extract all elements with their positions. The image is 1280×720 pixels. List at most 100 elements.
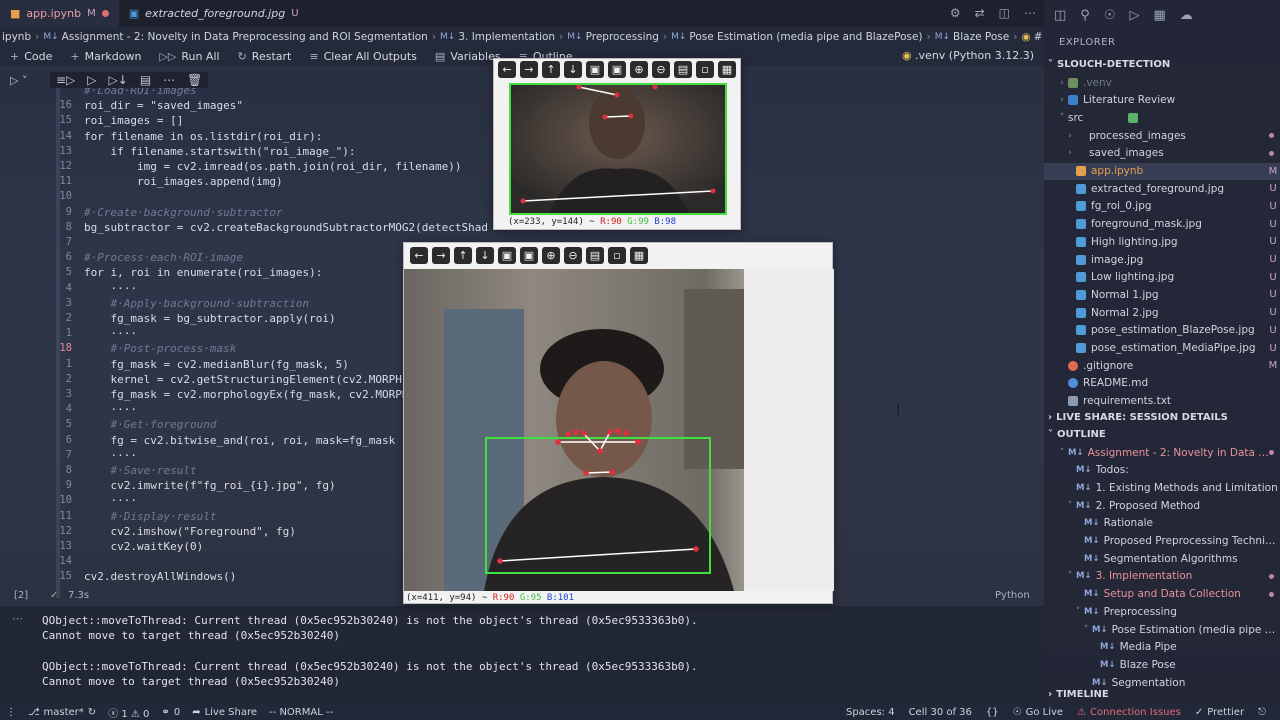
execute-above-icon[interactable]: ▷ <box>87 73 96 87</box>
remote-icon[interactable]: ☁ <box>1180 8 1193 23</box>
remote-indicator[interactable]: ⋮ <box>6 707 16 718</box>
outline-item[interactable]: M↓ Proposed Preprocessing Technique <box>1044 533 1280 550</box>
run-by-line-icon[interactable]: ≡▷ <box>56 73 75 87</box>
execute-below-icon[interactable]: ▷↓ <box>109 73 128 87</box>
file-tree-item[interactable]: extracted_foreground.jpg U <box>1044 180 1280 197</box>
timeline-section[interactable]: › TIMELINE <box>1044 686 1280 703</box>
pan-up-icon[interactable]: ↑ <box>542 61 560 78</box>
kernel-picker[interactable]: ◉ .venv (Python 3.12.3) <box>902 49 1034 62</box>
ports-indicator[interactable]: ⚭ 0 <box>161 707 180 718</box>
code-line[interactable]: for filename in os.listdir(roi_dir): <box>84 129 322 144</box>
breadcrumb-item[interactable]: Pose Estimation (media pipe and BlazePos… <box>689 31 922 43</box>
restart-button[interactable]: ↻ Restart <box>238 50 292 63</box>
code-line[interactable]: roi_images.append(img) <box>84 174 283 189</box>
code-line[interactable]: #·Post-process·mask <box>84 341 236 356</box>
file-tree-item[interactable]: Normal 2.jpg U <box>1044 304 1280 321</box>
indentation[interactable]: Spaces: 4 <box>846 707 895 718</box>
file-tree-item[interactable]: Low lighting.jpg U <box>1044 269 1280 286</box>
pan-down-icon[interactable]: ↓ <box>564 61 582 78</box>
workspace-section[interactable]: ˅ SLOUCH-DETECTION <box>1044 56 1280 73</box>
pan-up-icon[interactable]: ↑ <box>454 247 472 264</box>
code-line[interactable]: ···· <box>84 493 137 508</box>
code-line[interactable]: cv2.imshow("Foreground", fg) <box>84 524 295 539</box>
output-more-icon[interactable]: ⋯ <box>12 612 23 625</box>
code-line[interactable]: fg_mask = cv2.medianBlur(fg_mask, 5) <box>84 357 348 372</box>
code-line[interactable]: cv2.waitKey(0) <box>84 539 203 554</box>
zoom-in-icon[interactable]: ⊕ <box>630 61 648 78</box>
zoom-fit-icon[interactable]: ▣ <box>498 247 516 264</box>
file-tree-item[interactable]: image.jpg U <box>1044 251 1280 268</box>
outline-item[interactable]: ˅ M↓ 3. Implementation <box>1044 568 1280 585</box>
outline-item[interactable]: ˅ M↓ Assignment - 2: Novelty in Data Pre..… <box>1044 444 1280 461</box>
notebook-braces-icon[interactable]: {} <box>986 707 999 718</box>
outline-item[interactable]: M↓ Rationale <box>1044 515 1280 532</box>
code-line[interactable]: #·Process·each·ROI·image <box>84 250 243 265</box>
clear-outputs-button[interactable]: ≡ Clear All Outputs <box>309 50 417 63</box>
breadcrumb-item[interactable]: ipynb <box>2 31 31 43</box>
code-line[interactable]: ···· <box>84 402 137 417</box>
outline-item[interactable]: ˅ M↓ 2. Proposed Method <box>1044 497 1280 514</box>
code-line[interactable]: kernel = cv2.getStructuringElement(cv2.M… <box>84 372 401 387</box>
opencv-window-foreground[interactable]: ← → ↑ ↓ ▣ ▣ ⊕ ⊖ ▤ ▫ ▦ (x=411, y=94) ~ R:… <box>403 242 834 604</box>
branch-indicator[interactable]: ⎇ master* ↻ <box>28 707 96 718</box>
opencv-window-roi[interactable]: ← → ↑ ↓ ▣ ▣ ⊕ ⊖ ▤ ▫ ▦ (x=233, y=144) ~ R… <box>493 58 741 230</box>
run-all-button[interactable]: ▷▷ Run All <box>159 50 219 63</box>
prettier-button[interactable]: ✓ Prettier <box>1195 707 1244 718</box>
add-code-cell-button[interactable]: + Code <box>10 50 52 63</box>
zoom-out-icon[interactable]: ⊖ <box>564 247 582 264</box>
breadcrumb-item[interactable]: Assignment - 2: Novelty in Data Preproce… <box>62 31 428 43</box>
extensions-icon[interactable]: ▦ <box>1153 8 1165 23</box>
file-tree-item[interactable]: foreground_mask.jpg U <box>1044 216 1280 233</box>
pan-left-icon[interactable]: ← <box>410 247 428 264</box>
outline-item[interactable]: M↓ Blaze Pose <box>1044 656 1280 673</box>
more-icon[interactable]: ⋯ <box>163 73 175 87</box>
tab-extracted-foreground[interactable]: ▣ extracted_foreground.jpg U <box>119 0 309 27</box>
file-tree-item[interactable]: › .venv <box>1044 74 1280 91</box>
pan-right-icon[interactable]: → <box>432 247 450 264</box>
live-share-button[interactable]: ➦ Live Share <box>192 707 257 718</box>
file-tree-item[interactable]: Normal 1.jpg U <box>1044 286 1280 303</box>
split-editor-icon[interactable]: ◫ <box>999 6 1010 20</box>
cell-language[interactable]: Python <box>995 590 1030 601</box>
pan-left-icon[interactable]: ← <box>498 61 516 78</box>
zoom-out-icon[interactable]: ⊖ <box>652 61 670 78</box>
code-line[interactable]: ···· <box>84 448 137 463</box>
code-line[interactable]: #·Create·background·subtractor <box>84 205 283 220</box>
code-line[interactable]: #·Apply·background·subtraction <box>84 296 309 311</box>
file-tree-item[interactable]: .gitignore M <box>1044 357 1280 374</box>
zoom-original-icon[interactable]: ▣ <box>608 61 626 78</box>
unsaved-dot-icon[interactable] <box>101 10 109 17</box>
problems-indicator[interactable]: ⓧ 1 ⚠ 0 <box>108 705 149 720</box>
file-tree-item[interactable]: High lighting.jpg U <box>1044 233 1280 250</box>
copy-image-icon[interactable]: ▫ <box>696 61 714 78</box>
file-tree-item[interactable]: › Literature Review <box>1044 92 1280 109</box>
zoom-original-icon[interactable]: ▣ <box>520 247 538 264</box>
go-live-button[interactable]: ☉ Go Live <box>1013 707 1063 718</box>
code-line[interactable]: cv2.imwrite(f"fg_roi_{i}.jpg", fg) <box>84 478 335 493</box>
outline-item[interactable]: M↓ Setup and Data Collection <box>1044 586 1280 603</box>
copy-image-icon[interactable]: ▫ <box>608 247 626 264</box>
file-tree-item[interactable]: › saved_images <box>1044 145 1280 162</box>
save-image-icon[interactable]: ▤ <box>586 247 604 264</box>
run-debug-icon[interactable]: ▷ <box>1129 8 1139 23</box>
properties-icon[interactable]: ▦ <box>630 247 648 264</box>
outline-item[interactable]: ˅ M↓ Pose Estimation (media pipe and ... <box>1044 621 1280 638</box>
outline-section[interactable]: ˅ OUTLINE <box>1044 426 1280 443</box>
code-line[interactable]: fg_mask = bg_subtractor.apply(roi) <box>84 311 335 326</box>
breadcrumb-item[interactable]: Preprocessing <box>586 31 659 43</box>
file-tree-item[interactable]: › processed_images <box>1044 127 1280 144</box>
breadcrumb-item[interactable]: 3. Implementation <box>458 31 555 43</box>
variables-button[interactable]: ▤ Variables <box>435 50 501 63</box>
outline-item[interactable]: M↓ Todos: <box>1044 462 1280 479</box>
file-tree-item[interactable]: ˅ src <box>1044 109 1280 126</box>
delete-cell-icon[interactable]: 🗑 <box>187 73 202 87</box>
code-line[interactable]: for i, roi in enumerate(roi_images): <box>84 265 322 280</box>
pan-down-icon[interactable]: ↓ <box>476 247 494 264</box>
tab-app-ipynb[interactable]: ■ app.ipynb M <box>0 0 119 27</box>
notifications-bell-icon[interactable]: ⎋ <box>1258 707 1266 718</box>
settings-gear-icon[interactable]: ⚙ <box>950 6 961 20</box>
file-tree-item[interactable]: fg_roi_0.jpg U <box>1044 198 1280 215</box>
code-line[interactable]: fg = cv2.bitwise_and(roi, roi, mask=fg_m… <box>84 433 395 448</box>
zoom-fit-icon[interactable]: ▣ <box>586 61 604 78</box>
breadcrumb-item[interactable]: Blaze Pose <box>953 31 1009 43</box>
